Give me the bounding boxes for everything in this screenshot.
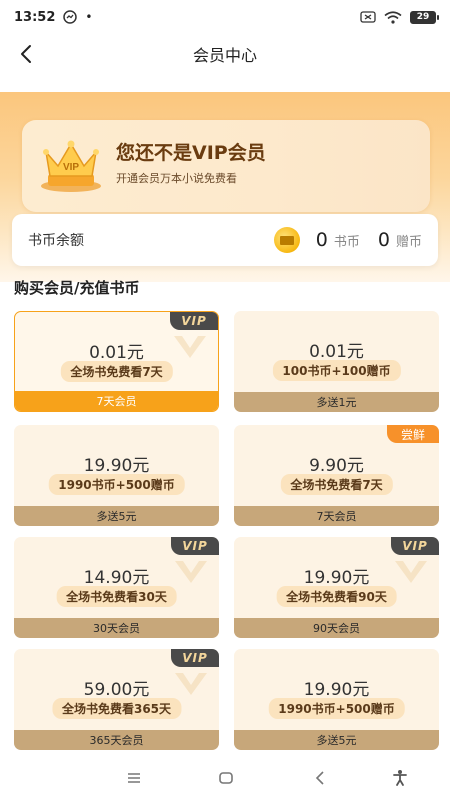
vip-status-card[interactable]: VIP 您还不是VIP会员 开通会员万本小说免费看 [22,120,430,212]
chevron-left-icon [21,45,31,63]
card-footer: 7天会员 [234,506,439,526]
card-price: 14.90元 [83,568,150,588]
sim-icon [360,11,376,23]
section-title: 购买会员/充值书币 [14,279,140,297]
card-footer: 7天会员 [15,391,218,411]
coin-unit: 书币 [333,234,360,250]
card-price: 19.90元 [83,456,150,476]
battery-level: 29 [416,12,430,22]
status-bar: 13:52 • 29 [0,0,450,34]
balance-card: 书币余额 0 书币 0 赠币 [12,214,438,266]
coin-balance: 0 [315,229,328,251]
card-desc: 全场书免费看30天 [56,586,177,607]
product-card-7[interactable]: VIP 59.00元 全场书免费看365天 365天会员 [14,649,219,750]
trial-tag: 尝鲜 [387,425,439,443]
status-time: 13:52 [14,9,56,25]
menu-button[interactable] [121,765,147,791]
nav-bar: 会员中心 [0,34,450,74]
card-footer: 多送5元 [234,730,439,750]
card-footer: 365天会员 [14,730,219,750]
home-icon [219,772,233,784]
messenger-icon [63,10,78,24]
card-price: 59.00元 [83,680,150,700]
product-card-3[interactable]: 19.90元 1990书币+500赠币 多送5元 [14,425,219,526]
vip-title: 您还不是VIP会员 [116,142,266,164]
product-card-2[interactable]: 0.01元 100书币+100赠币 多送1元 [234,311,439,412]
system-nav-bar [0,755,450,800]
card-price: 19.90元 [303,568,370,588]
card-desc: 全场书免费看90天 [276,586,397,607]
card-price: 0.01元 [309,342,364,362]
card-footer: 多送5元 [14,506,219,526]
card-desc: 1990书币+500赠币 [48,474,185,495]
vip-subtitle: 开通会员万本小说免费看 [116,172,237,185]
card-desc: 全场书免费看7天 [280,474,393,495]
card-footer: 30天会员 [14,618,219,638]
card-footer: 多送1元 [234,392,439,412]
page-title: 会员中心 [192,46,257,65]
accessibility-button[interactable] [387,765,413,791]
balance-label: 书币余额 [28,233,84,249]
vip-crown-icon: VIP [41,140,101,192]
product-card-1[interactable]: VIP 0.01元 全场书免费看7天 7天会员 [14,311,219,412]
back-button[interactable] [12,40,40,68]
product-card-8[interactable]: 19.90元 1990书币+500赠币 多送5元 [234,649,439,750]
card-price: 9.90元 [309,456,364,476]
coin-icon [273,227,300,253]
crown-text: VIP [63,162,79,173]
back-icon [315,771,324,785]
gift-balance: 0 [377,229,390,251]
accessibility-icon [393,770,407,786]
product-card-6[interactable]: VIP 19.90元 全场书免费看90天 90天会员 [234,537,439,638]
menu-icon [128,773,140,783]
card-desc: 1990书币+500赠币 [268,698,405,719]
card-footer: 90天会员 [234,618,439,638]
status-dot: • [85,10,93,24]
system-back-button[interactable] [307,765,333,791]
home-button[interactable] [213,765,239,791]
card-price: 0.01元 [89,343,144,363]
card-desc: 100书币+100赠币 [272,360,401,381]
wifi-icon [384,10,402,24]
gift-unit: 赠币 [395,234,422,250]
product-card-5[interactable]: VIP 14.90元 全场书免费看30天 30天会员 [14,537,219,638]
product-card-4[interactable]: 尝鲜 9.90元 全场书免费看7天 7天会员 [234,425,439,526]
card-desc: 全场书免费看365天 [51,698,182,719]
card-desc: 全场书免费看7天 [60,361,173,382]
battery-icon: 29 [410,10,439,24]
card-price: 19.90元 [303,680,370,700]
